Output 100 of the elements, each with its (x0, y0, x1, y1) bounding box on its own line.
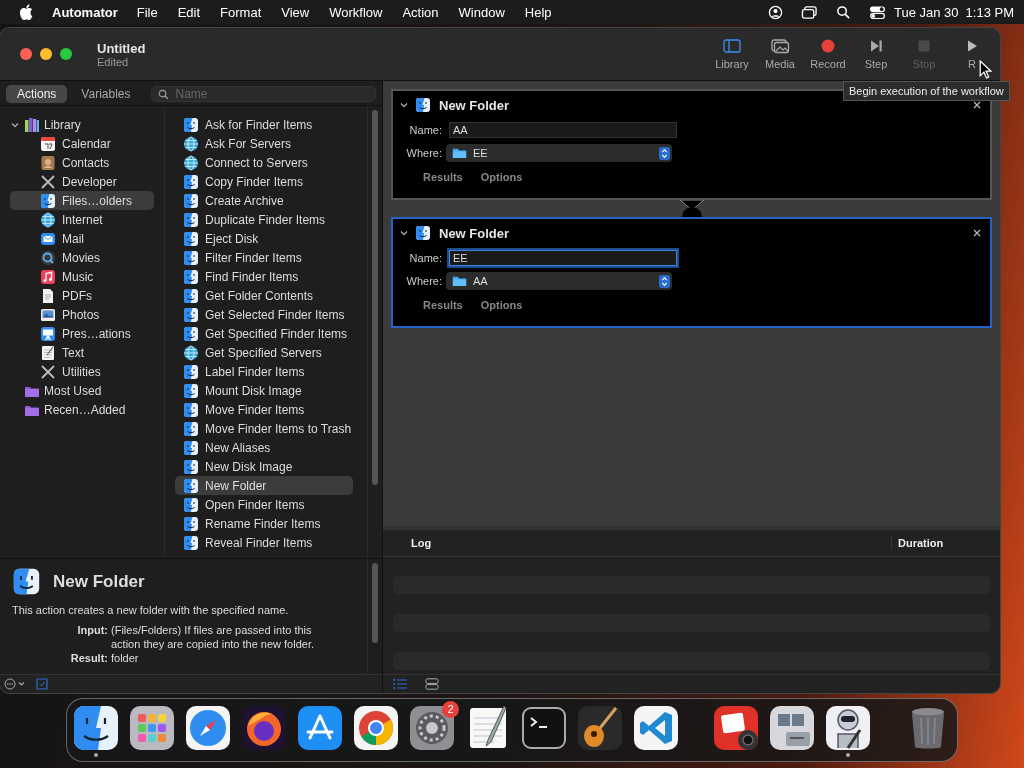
library-item[interactable]: Photos (10, 305, 154, 324)
time-text[interactable]: 1:13 PM (965, 4, 1014, 20)
menu-item[interactable]: Window (458, 4, 505, 20)
column-header[interactable]: Log (383, 537, 891, 549)
smiling-face-icon[interactable] (72, 703, 120, 752)
list-item[interactable]: Ask for Finder Items (175, 115, 353, 134)
text-field[interactable]: EE (449, 250, 677, 266)
card-tab[interactable]: Results (423, 299, 463, 311)
list-item[interactable]: New Aliases (175, 438, 353, 457)
menu-item[interactable]: View (281, 4, 310, 20)
rows-view-icon[interactable] (425, 678, 439, 690)
library-item[interactable]: PDFs (10, 286, 154, 305)
list-item[interactable]: New Folder (175, 476, 353, 495)
smiling-face-icon (183, 458, 199, 475)
library-tab[interactable]: Actions (6, 85, 68, 103)
close-button[interactable] (20, 48, 32, 60)
guitar-icon[interactable] (576, 703, 624, 752)
menu-item[interactable]: File (136, 4, 158, 20)
library-item[interactable]: Calendar (10, 134, 154, 153)
list-item[interactable]: Connect to Servers (175, 153, 353, 172)
menu-item[interactable]: Help (524, 4, 552, 20)
menu-item[interactable]: Workflow (329, 4, 383, 20)
toolbar-button[interactable]: Library (710, 38, 754, 70)
smiling-face-icon (183, 515, 199, 532)
list-item[interactable]: Duplicate Finder Items (175, 210, 353, 229)
library-item[interactable]: Most Used (0, 381, 154, 400)
compass-icon[interactable] (184, 703, 232, 752)
menu-item[interactable]: Format (220, 4, 262, 20)
folder-icon (452, 147, 467, 159)
library-item[interactable]: Contacts (10, 153, 154, 172)
apple-logo-icon[interactable] (19, 4, 33, 20)
list-item[interactable]: Label Finder Items (175, 362, 353, 381)
code-ribbon-icon[interactable] (632, 703, 680, 752)
text-field[interactable]: AA (449, 122, 677, 138)
library-item[interactable]: Text (10, 343, 154, 362)
action-card[interactable]: New Folder Name: EE Where: AA Results Options (391, 217, 992, 328)
list-view-icon[interactable] (393, 678, 407, 690)
user-icon[interactable] (767, 4, 784, 20)
list-item[interactable]: Rename Finder Items (175, 514, 353, 533)
list-item[interactable]: Move Finder Items to Trash (175, 419, 353, 438)
grid-icon[interactable] (128, 703, 176, 752)
library-item[interactable]: Mail (10, 229, 154, 248)
library-item[interactable]: Recen…Added (0, 400, 154, 419)
list-item[interactable]: Eject Disk (175, 229, 353, 248)
list-item[interactable]: Get Folder Contents (175, 286, 353, 305)
list-item[interactable]: Find Finder Items (175, 267, 353, 286)
photo-camera-icon[interactable] (712, 703, 760, 752)
card-tab[interactable]: Options (480, 171, 523, 183)
chevron-icon[interactable] (399, 228, 409, 238)
folder-popup[interactable]: EE (446, 144, 672, 162)
list-item[interactable]: Get Specified Servers (175, 343, 353, 362)
list-item[interactable]: Move Finder Items (175, 400, 353, 419)
menu-item[interactable]: Action (402, 4, 439, 20)
description-toggle-icon[interactable] (36, 678, 48, 690)
windows-icon[interactable] (801, 4, 818, 20)
list-item[interactable]: Get Selected Finder Items (175, 305, 353, 324)
library-item[interactable]: Music (10, 267, 154, 286)
card-tab[interactable]: Results (423, 171, 463, 183)
toolbar-button[interactable]: Step (854, 38, 898, 70)
library-item[interactable]: Movies (10, 248, 154, 267)
list-item[interactable]: Open Finder Items (175, 495, 353, 514)
chevron-icon[interactable] (399, 100, 409, 110)
toolbar-button[interactable]: R (950, 38, 994, 70)
library-item[interactable]: Utilities (10, 362, 154, 381)
library-item[interactable]: Developer (10, 172, 154, 191)
search-icon[interactable] (835, 4, 852, 20)
drive-icon[interactable] (768, 703, 816, 752)
app-menu[interactable]: Automator (52, 4, 118, 20)
gear-icon[interactable] (408, 703, 456, 752)
list-item[interactable]: Reveal Finder Items (175, 533, 353, 552)
column-header[interactable]: Duration (891, 537, 1000, 549)
toggles-icon[interactable] (869, 4, 886, 20)
library-item[interactable]: Library (0, 115, 154, 134)
list-item[interactable]: Copy Finder Items (175, 172, 353, 191)
date-text[interactable]: Tue Jan 30 (894, 4, 959, 20)
smiling-face-icon (183, 192, 199, 209)
list-item[interactable]: Filter Finder Items (175, 248, 353, 267)
minimize-button[interactable] (40, 48, 52, 60)
list-item[interactable]: Mount Disk Image (175, 381, 353, 400)
library-item[interactable]: Internet (10, 210, 154, 229)
zoom-button[interactable] (60, 48, 72, 60)
toolbar-button[interactable]: Record (806, 38, 850, 70)
search-field[interactable]: Name (150, 86, 376, 102)
library-item[interactable]: Pres…ations (10, 324, 154, 343)
list-item[interactable]: Get Specified Finder Items (175, 324, 353, 343)
toolbar-button[interactable]: Media (758, 38, 802, 70)
fox-globe-icon[interactable] (240, 703, 288, 752)
library-item[interactable]: Files…olders (10, 191, 154, 210)
globe-icon (183, 135, 199, 152)
app-store-icon[interactable] (296, 703, 344, 752)
library-tab[interactable]: Variables (70, 85, 142, 103)
robot-icon[interactable] (824, 703, 872, 752)
list-item[interactable]: Ask For Servers (175, 134, 353, 153)
card-tab[interactable]: Options (480, 299, 523, 311)
folder-popup[interactable]: AA (446, 272, 672, 290)
close-icon[interactable] (972, 228, 982, 238)
list-item[interactable]: New Disk Image (175, 457, 353, 476)
color-wheel-icon[interactable] (352, 703, 400, 752)
menu-item[interactable]: Edit (177, 4, 201, 20)
list-item[interactable]: Create Archive (175, 191, 353, 210)
